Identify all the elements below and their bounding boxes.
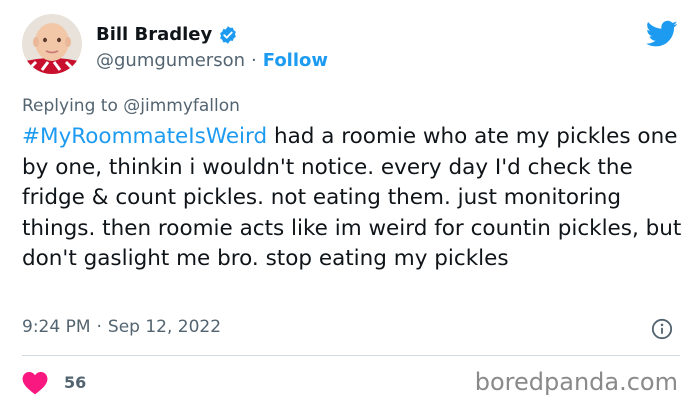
replying-prefix: Replying to [22, 96, 118, 116]
tweet-time: 9:24 PM [22, 317, 91, 337]
author-name[interactable]: Bill Bradley [96, 24, 212, 45]
avatar[interactable] [22, 14, 82, 74]
divider [22, 355, 680, 356]
replying-to-line: Replying to @jimmyfallon [22, 96, 240, 116]
baby-photo-avatar-icon [22, 14, 82, 74]
handle-row: @gumgumerson · Follow [96, 50, 328, 71]
info-icon[interactable] [651, 318, 673, 340]
replying-to-mention[interactable]: @jimmyfallon [123, 96, 240, 116]
watermark: boredpanda.com [474, 368, 678, 396]
separator-dot: · [251, 50, 257, 71]
hashtag-link[interactable]: #MyRoommateIsWeird [22, 124, 267, 149]
follow-button[interactable]: Follow [263, 50, 328, 71]
tweet-text: #MyRoommateIsWeird had a roomie who ate … [22, 122, 682, 275]
heart-icon[interactable] [22, 371, 48, 395]
like-count: 56 [64, 373, 87, 392]
tweet-timestamp[interactable]: 9:24 PM · Sep 12, 2022 [22, 317, 221, 337]
tweet-date: Sep 12, 2022 [107, 317, 222, 337]
twitter-bird-icon[interactable] [646, 20, 678, 48]
author-handle[interactable]: @gumgumerson [96, 50, 245, 71]
verified-badge-icon [220, 25, 237, 44]
meta-separator: · [96, 317, 102, 337]
author-name-row: Bill Bradley [96, 24, 238, 45]
